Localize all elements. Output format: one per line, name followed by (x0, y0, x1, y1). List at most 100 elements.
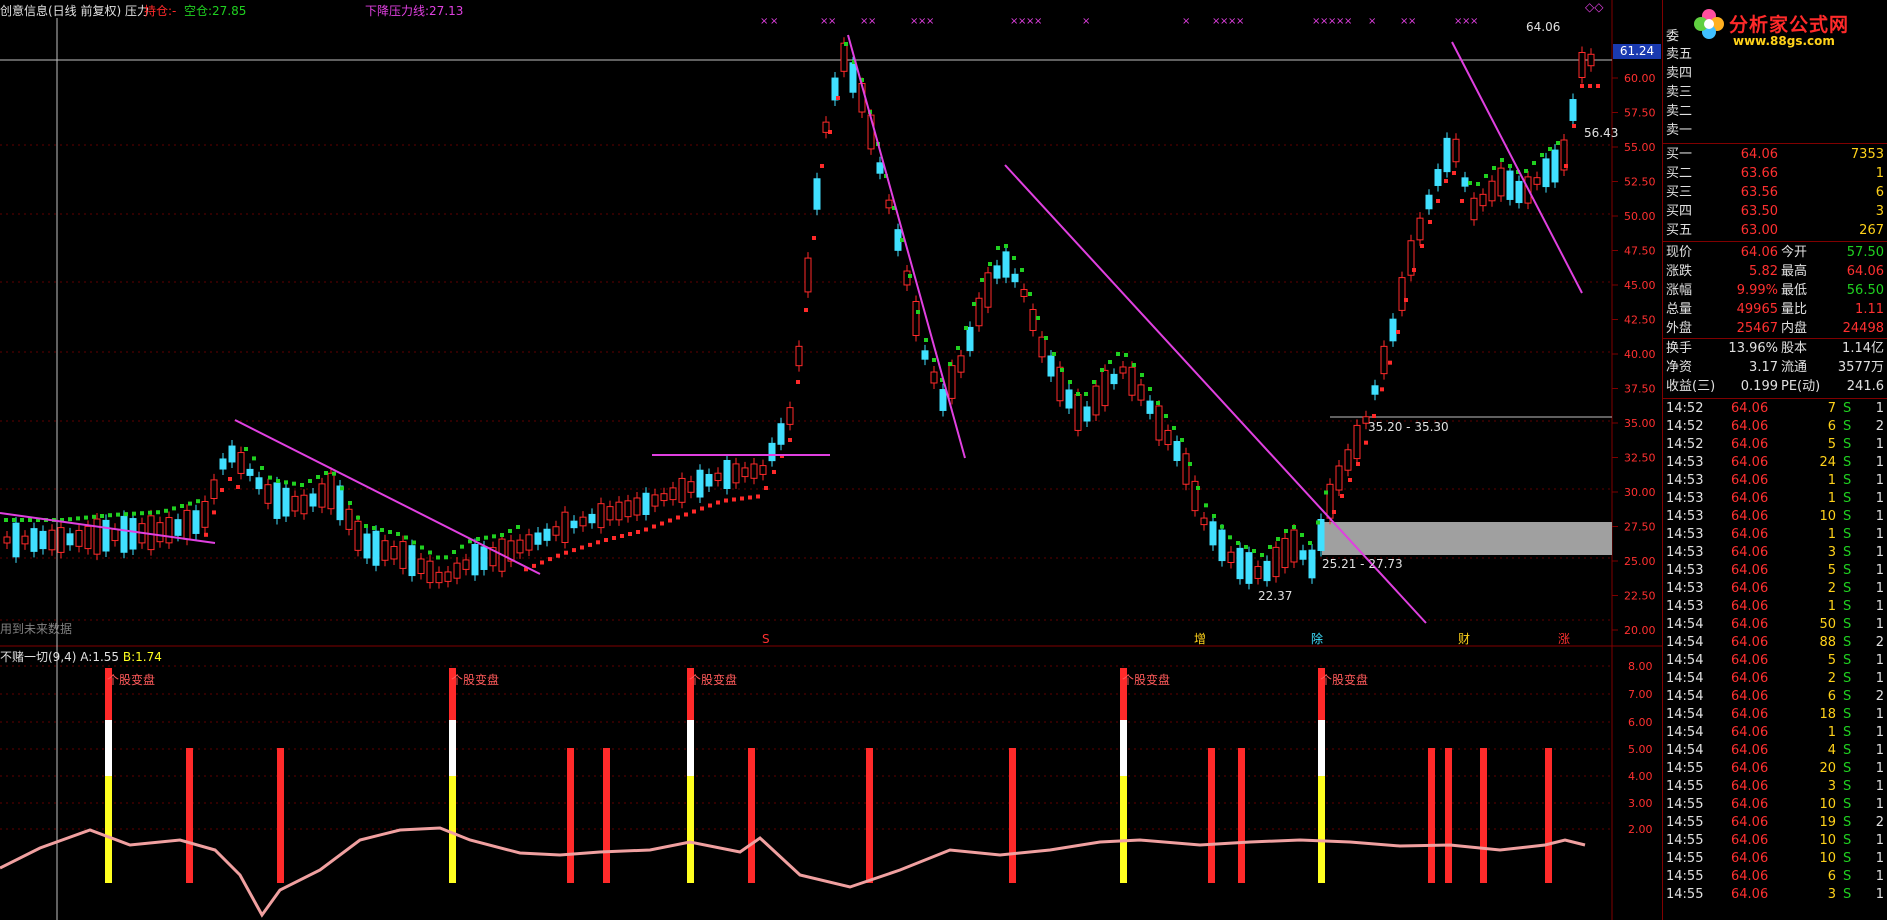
chart-area[interactable]: × × × × × × × × × × × × × × × × × × × × × × × × × × × × × × 个股变盘 个股变盘个… (0, 0, 1662, 920)
red-bar (1428, 748, 1435, 883)
candle-body (975, 297, 983, 327)
tick-vol: 5 (1827, 653, 1836, 668)
tick-side: S (1843, 563, 1852, 578)
trend-dot (932, 358, 936, 362)
candle-body (552, 526, 560, 536)
red-bar (748, 748, 755, 883)
candle-body (1227, 551, 1235, 563)
tick-count: 1 (1875, 455, 1884, 470)
candle-body (687, 481, 695, 493)
tick-time: 14:55 (1666, 869, 1704, 884)
candle-body (561, 511, 569, 544)
stat-label: 收益(三) (1666, 379, 1716, 394)
quote-row: 卖一 (1663, 122, 1887, 140)
tick-count: 1 (1875, 671, 1884, 686)
trend-dot (804, 308, 808, 312)
stat-value: 13.96% (1728, 341, 1778, 356)
trend-dot (1156, 401, 1160, 405)
candle-body (219, 458, 227, 470)
buy-vol: 6 (1875, 185, 1884, 200)
tick-count: 1 (1875, 707, 1884, 722)
event-label: 个股变盘 (1122, 672, 1170, 687)
x-mark: × (1470, 16, 1478, 27)
trend-dot (284, 480, 288, 485)
event-bar-white (687, 720, 694, 776)
price-tick-label: 60.00 (1624, 72, 1656, 85)
quote-row: 14:54 64.06 88 S 2 (1663, 634, 1887, 652)
candle-body (1551, 149, 1559, 183)
tick-price: 64.06 (1731, 743, 1769, 758)
stat-label: PE(动) (1781, 379, 1821, 394)
indicator-tick-label: 7.00 (1628, 688, 1653, 701)
stat-label: 最低 (1781, 283, 1808, 298)
trend-dot (1324, 490, 1328, 495)
candle-body (1092, 385, 1100, 416)
candle-body (1308, 549, 1316, 579)
tick-vol: 3 (1827, 779, 1836, 794)
tick-count: 1 (1875, 761, 1884, 776)
tick-count: 1 (1875, 653, 1884, 668)
diamond-icon: ◇◇ (1585, 0, 1604, 14)
stat-label: 换手 (1666, 341, 1693, 356)
candle-body (1047, 355, 1055, 377)
buy-vol: 3 (1875, 204, 1884, 219)
pressure-value: 27.13 (429, 4, 464, 18)
candle-body (795, 345, 803, 367)
tick-count: 1 (1875, 869, 1884, 884)
quote-row: 14:52 64.06 7 S 1 (1663, 400, 1887, 418)
candle-body (813, 178, 821, 210)
trend-dot (1468, 181, 1472, 185)
candle-body (327, 472, 335, 510)
trend-dot (1460, 199, 1464, 203)
tick-side: S (1843, 437, 1852, 452)
quote-row: 买二 63.66 1 (1663, 165, 1887, 183)
candle-body (1497, 167, 1505, 197)
candle-body (273, 482, 281, 519)
candle-body (741, 467, 749, 478)
candle-body (1101, 369, 1109, 407)
quote-row: 买一 64.06 7353 (1663, 146, 1887, 164)
tick-time: 14:53 (1666, 599, 1704, 614)
tick-side: S (1843, 743, 1852, 758)
candle-body (1398, 277, 1406, 311)
red-bar (1545, 748, 1552, 883)
price-tick-label: 57.50 (1624, 107, 1656, 120)
candle-body (336, 485, 344, 521)
candle-body (642, 492, 650, 515)
divider (1663, 338, 1887, 339)
quote-row: 14:53 64.06 1 S 1 (1663, 598, 1887, 616)
price-tick-label: 42.50 (1624, 314, 1656, 327)
price-tick-label: 45.00 (1624, 279, 1656, 292)
tick-time: 14:54 (1666, 725, 1704, 740)
signal-signal_s: S (762, 632, 770, 646)
tick-time: 14:52 (1666, 419, 1704, 434)
tick-side: S (1843, 815, 1852, 830)
quote-row: 涨幅 9.99% 最低 56.50 (1663, 282, 1887, 300)
trend-dot (988, 262, 992, 266)
pressure-zone (1322, 522, 1612, 555)
candle-body (696, 469, 704, 498)
candle-body (786, 407, 794, 425)
trend-dot (1452, 171, 1456, 175)
trend-dot (140, 511, 144, 516)
tick-time: 14:53 (1666, 509, 1704, 524)
quote-row: 换手 13.96% 股本 1.14亿 (1663, 340, 1887, 358)
sell-label: 卖三 (1666, 85, 1693, 100)
candle-body (57, 527, 65, 553)
event-bar-white (1120, 720, 1127, 776)
tick-count: 1 (1875, 491, 1884, 506)
event-bar-yellow (105, 776, 112, 883)
x-mark: × (1408, 16, 1416, 27)
candle-body (1164, 429, 1172, 446)
candle-body (408, 545, 416, 577)
price-tick-label: 30.00 (1624, 486, 1656, 499)
b-value: 1.74 (135, 650, 162, 664)
trend-dot (460, 544, 464, 549)
indicator-line (0, 826, 1586, 918)
trend-dot (1132, 363, 1136, 367)
signal-signal_zhang: 涨 (1558, 631, 1570, 646)
buy-vol: 1 (1875, 166, 1884, 181)
candle-body (75, 529, 83, 547)
tick-side: S (1843, 833, 1852, 848)
tick-vol: 18 (1819, 707, 1836, 722)
